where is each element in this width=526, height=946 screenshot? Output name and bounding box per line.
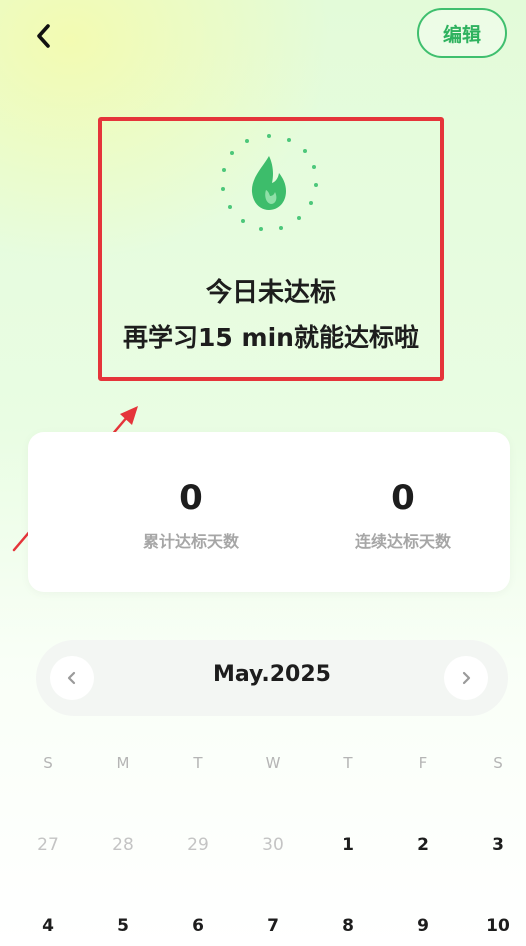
total-days-stat: 0 累计达标天数 <box>91 476 291 552</box>
chevron-right-icon <box>462 671 471 685</box>
calendar-day[interactable]: 30 <box>253 835 293 855</box>
back-button[interactable] <box>26 18 62 54</box>
total-days-value: 0 <box>179 478 203 518</box>
status-title: 今日未达标 <box>205 278 336 308</box>
weekday-label: S <box>43 754 53 772</box>
calendar-day[interactable]: 4 <box>28 916 68 936</box>
calendar-day[interactable]: 9 <box>403 916 443 936</box>
streak-days-stat: 0 连续达标天数 <box>303 476 503 552</box>
month-selector: May.2025 <box>36 640 508 716</box>
calendar-day[interactable]: 5 <box>103 916 143 936</box>
edit-button[interactable]: 编辑 <box>417 8 507 58</box>
calendar-day[interactable]: 29 <box>178 835 218 855</box>
calendar-day[interactable]: 8 <box>328 916 368 936</box>
weekday-label: T <box>343 754 353 772</box>
calendar-day[interactable]: 2 <box>403 835 443 855</box>
calendar-day[interactable]: 7 <box>253 916 293 936</box>
stats-card: 0 累计达标天数 0 连续达标天数 <box>28 432 510 592</box>
calendar-day[interactable]: 28 <box>103 835 143 855</box>
calendar-day[interactable]: 10 <box>478 916 518 936</box>
calendar-day[interactable]: 6 <box>178 916 218 936</box>
calendar-day[interactable]: 3 <box>478 835 518 855</box>
streak-days-value: 0 <box>391 478 415 518</box>
streak-days-label: 连续达标天数 <box>354 532 451 551</box>
weekday-label: F <box>418 754 428 772</box>
status-subtitle: 再学习15 min就能达标啦 <box>123 323 419 352</box>
calendar-day[interactable]: 1 <box>328 835 368 855</box>
weekday-label: M <box>116 754 130 772</box>
month-label: May.2025 <box>213 662 331 687</box>
total-days-label: 累计达标天数 <box>142 532 239 551</box>
flame-icon <box>221 134 318 231</box>
next-month-button[interactable] <box>444 656 488 700</box>
chevron-left-icon <box>37 24 50 48</box>
weekday-label: S <box>493 754 503 772</box>
weekday-label: W <box>265 754 281 772</box>
weekday-label: T <box>193 754 203 772</box>
calendar-day[interactable]: 27 <box>28 835 68 855</box>
